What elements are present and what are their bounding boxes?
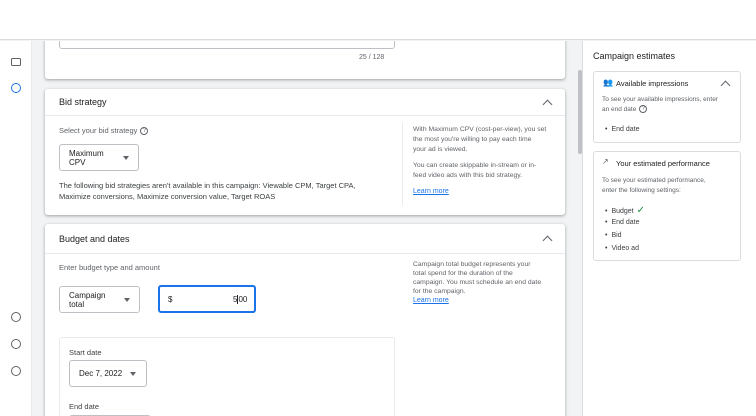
info-line: the most you're willing to pay each time xyxy=(413,136,532,143)
info-line: your ad is viewed. xyxy=(413,146,468,153)
performance-text: enter the following settings: xyxy=(602,187,681,194)
end-date-label: End date xyxy=(69,402,100,411)
info-line: feed video ads with this bid strategy. xyxy=(413,172,523,179)
budget-header[interactable]: Budget and dates xyxy=(45,224,565,254)
unavailable-text: Maximize conversions, Maximize conversio… xyxy=(59,192,276,201)
info-line: With Maximum CPV (cost-per-view), you se… xyxy=(413,126,547,133)
budget-card: Budget and dates Enter budget type and a… xyxy=(45,224,565,416)
estimates-title: Campaign estimates xyxy=(593,51,676,61)
impressions-card: 👥 Available impressions To see your avai… xyxy=(593,71,741,143)
step-circle[interactable] xyxy=(11,339,21,349)
help-icon[interactable]: ? xyxy=(639,105,648,114)
card-title: Bid strategy xyxy=(59,97,107,107)
performance-card: ↗ Your estimated performance To see your… xyxy=(593,151,741,261)
bid-strategy-card: Bid strategy Select your bid strategy? M… xyxy=(45,89,565,215)
impressions-text: To see your available impressions, enter xyxy=(602,96,718,103)
trend-icon: ↗ xyxy=(602,157,609,166)
dropdown-arrow-icon xyxy=(124,297,130,302)
currency-symbol: $ xyxy=(168,295,173,304)
chevron-up-icon[interactable] xyxy=(720,80,731,91)
info-line: You can create skippable in-stream or in… xyxy=(413,162,537,169)
list-item: Bid xyxy=(605,232,621,239)
step-rail xyxy=(0,41,32,416)
card-title: Budget and dates xyxy=(59,233,130,244)
performance-text: To see your estimated performance, xyxy=(602,177,706,184)
budget-amount-input[interactable]: $ 500 xyxy=(158,285,256,313)
people-icon: 👥 xyxy=(603,78,613,87)
impressions-text: an end date? xyxy=(602,105,648,115)
help-icon[interactable]: ? xyxy=(140,127,149,136)
list-item: End date xyxy=(605,126,639,133)
dropdown-arrow-icon xyxy=(123,155,129,160)
main-content: 25 / 128 Bid strategy Select your bid st… xyxy=(32,41,578,416)
unavailable-text: The following bid strategies aren't avai… xyxy=(59,181,356,190)
chevron-up-icon[interactable] xyxy=(542,235,553,246)
select-value: Dec 7, 2022 xyxy=(79,369,123,378)
list-item: End date xyxy=(605,219,639,226)
char-counter: 25 / 128 xyxy=(359,54,385,61)
learn-more-link[interactable]: Learn more xyxy=(413,188,449,195)
step-circle[interactable] xyxy=(11,312,21,322)
start-date-select[interactable]: Dec 7, 2022 xyxy=(69,360,147,387)
bid-strategy-header[interactable]: Bid strategy xyxy=(45,89,565,116)
info-line: for the campaign. xyxy=(413,288,466,295)
step-circle[interactable] xyxy=(11,366,21,376)
bid-select-label: Select your bid strategy? xyxy=(59,125,149,136)
select-value: Campaign total xyxy=(69,290,106,309)
chevron-up-icon[interactable] xyxy=(542,99,553,109)
check-icon: ✓ xyxy=(636,205,646,216)
dropdown-arrow-icon xyxy=(130,371,137,376)
divider xyxy=(402,123,403,205)
list-item: Video ad xyxy=(605,245,639,252)
learn-more-link[interactable]: Learn more xyxy=(413,297,449,304)
start-date-label: Start date xyxy=(69,348,102,357)
impressions-title: Available impressions xyxy=(616,79,689,88)
campaign-name-input[interactable] xyxy=(59,41,395,49)
list-item: Budget✓ xyxy=(605,205,645,216)
top-bar xyxy=(0,0,756,40)
budget-type-select[interactable]: Campaign total xyxy=(59,286,140,313)
campaign-name-card: 25 / 128 xyxy=(45,41,565,79)
video-icon[interactable] xyxy=(11,58,21,66)
amount-value: 500 xyxy=(233,295,248,304)
budget-type-label: Enter budget type and amount xyxy=(59,263,160,272)
estimates-panel: Campaign estimates 👥 Available impressio… xyxy=(582,41,756,416)
dates-panel: Start date Dec 7, 2022 End date xyxy=(59,337,395,416)
step-circle-current[interactable] xyxy=(11,83,21,93)
select-value: Maximum CPV xyxy=(69,148,104,167)
bid-strategy-select[interactable]: Maximum CPV xyxy=(59,144,139,171)
performance-title: Your estimated performance xyxy=(616,159,710,168)
